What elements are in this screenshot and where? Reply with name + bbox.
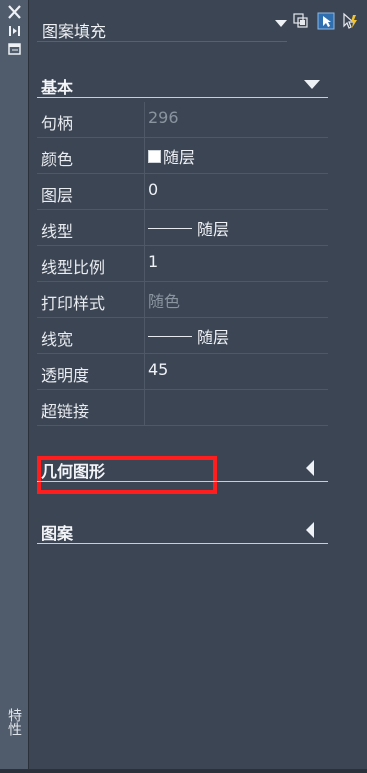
object-type-dropdown[interactable]: 图案填充 — [37, 12, 287, 42]
property-label: 句柄 — [41, 114, 74, 133]
property-row-transparency[interactable]: 透明度 45 — [37, 354, 328, 390]
property-row-handle[interactable]: 句柄 296 — [37, 102, 328, 138]
column-divider — [144, 354, 145, 390]
object-type-value: 图案填充 — [42, 22, 107, 41]
property-label: 打印样式 — [41, 294, 106, 313]
column-divider — [144, 390, 145, 426]
auto-hide-icon[interactable] — [6, 24, 23, 38]
property-row-linetype[interactable]: 线型 随层 — [37, 210, 328, 246]
property-value: 随色 — [148, 292, 181, 311]
property-label: 透明度 — [41, 366, 90, 385]
close-icon[interactable] — [6, 5, 23, 19]
lineweight-sample-icon — [148, 335, 192, 337]
properties-panel: 图案填充 基本 句柄 296 颜色 随层 图层 0 线型 随层 线型比例 1 打… — [29, 0, 367, 773]
property-label: 颜色 — [41, 150, 74, 169]
expand-arrow-icon — [306, 460, 314, 476]
property-label: 线宽 — [41, 330, 74, 349]
property-label: 线型比例 — [41, 258, 106, 277]
property-row-plot-style[interactable]: 打印样式 随色 — [37, 282, 328, 318]
property-label: 线型 — [41, 222, 74, 241]
panel-bottom-border — [0, 769, 367, 773]
property-row-lineweight[interactable]: 线宽 随层 — [37, 318, 328, 354]
quick-select-icon[interactable] — [341, 12, 359, 30]
section-geometry-header[interactable]: 几何图形 — [37, 454, 328, 482]
column-divider — [144, 138, 145, 174]
section-geometry-title: 几何图形 — [41, 462, 106, 481]
section-pattern-header[interactable]: 图案 — [37, 516, 328, 544]
section-general-header[interactable]: 基本 — [37, 70, 328, 98]
linetype-sample-icon — [148, 227, 192, 229]
column-divider — [144, 210, 145, 246]
property-label: 图层 — [41, 186, 74, 205]
property-label: 超链接 — [41, 402, 90, 421]
property-row-hyperlink[interactable]: 超链接 — [37, 390, 328, 426]
general-properties-table: 句柄 296 颜色 随层 图层 0 线型 随层 线型比例 1 打印样式 随色 线… — [37, 102, 328, 494]
select-objects-icon[interactable] — [317, 12, 335, 30]
chevron-down-icon — [275, 20, 287, 27]
palette-title-label: 特性 — [6, 708, 22, 736]
property-value[interactable]: 随层 — [148, 144, 195, 168]
property-value[interactable]: 随层 — [148, 324, 229, 348]
properties-menu-icon[interactable] — [6, 42, 23, 56]
section-general-title: 基本 — [41, 78, 74, 97]
section-pattern-title: 图案 — [41, 524, 74, 543]
property-value[interactable]: 1 — [148, 252, 158, 271]
property-value: 296 — [148, 108, 179, 127]
palette-title-strip: 特性 — [0, 0, 29, 773]
toggle-pickadd-icon[interactable] — [292, 12, 310, 30]
property-row-color[interactable]: 颜色 随层 — [37, 138, 328, 174]
column-divider — [144, 246, 145, 282]
property-row-linetype-scale[interactable]: 线型比例 1 — [37, 246, 328, 282]
collapse-arrow-icon — [304, 80, 320, 89]
color-swatch-icon — [148, 149, 161, 163]
property-row-layer[interactable]: 图层 0 — [37, 174, 328, 210]
column-divider — [144, 102, 145, 138]
expand-arrow-icon — [306, 522, 314, 538]
property-value[interactable]: 0 — [148, 180, 158, 199]
property-value[interactable]: 随层 — [148, 216, 229, 240]
column-divider — [144, 174, 145, 210]
property-value[interactable]: 45 — [148, 360, 168, 379]
column-divider — [144, 318, 145, 354]
column-divider — [144, 282, 145, 318]
